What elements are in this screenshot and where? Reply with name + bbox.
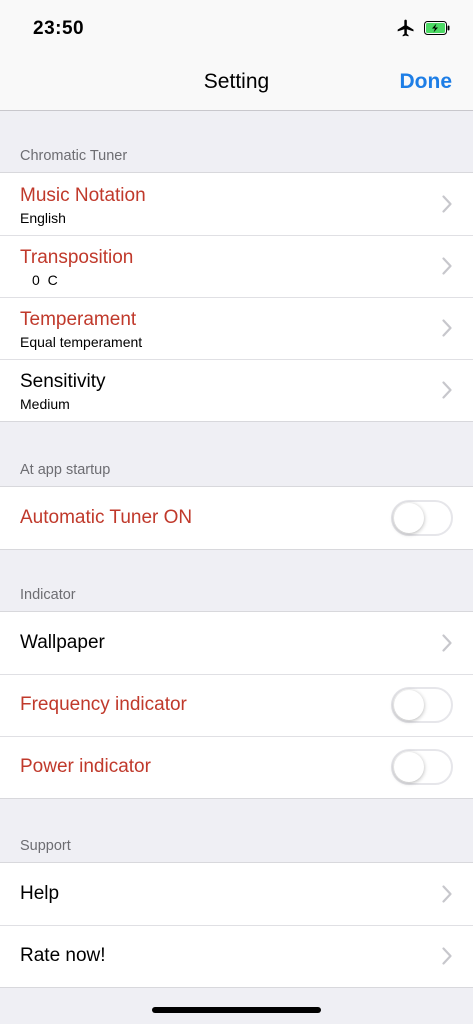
power-indicator-row: Power indicator [0, 736, 473, 798]
power-indicator-label: Power indicator [20, 756, 151, 777]
sensitivity-row[interactable]: Sensitivity Medium [0, 359, 473, 421]
battery-charging-icon [424, 21, 450, 35]
music-notation-label: Music Notation [20, 185, 146, 206]
support-group: Help Rate now! [0, 862, 473, 988]
automatic-tuner-toggle[interactable] [391, 500, 453, 536]
section-header-chromatic-tuner: Chromatic Tuner [20, 148, 128, 164]
toggle-knob [394, 690, 424, 720]
temperament-label: Temperament [20, 309, 137, 330]
automatic-tuner-label: Automatic Tuner ON [20, 507, 193, 528]
temperament-value: Equal temperament [20, 334, 143, 350]
help-row[interactable]: Help [0, 863, 473, 925]
wallpaper-label: Wallpaper [20, 632, 105, 653]
section-header-support: Support [20, 838, 71, 854]
airplane-icon [397, 19, 414, 37]
chevron-right-icon [442, 195, 452, 213]
music-notation-row[interactable]: Music Notation English [0, 173, 473, 235]
frequency-indicator-toggle[interactable] [391, 687, 453, 723]
sensitivity-value: Medium [20, 396, 70, 412]
chevron-right-icon [442, 885, 452, 903]
indicator-group: Wallpaper Frequency indicator Power indi… [0, 611, 473, 799]
frequency-indicator-row: Frequency indicator [0, 674, 473, 736]
home-indicator[interactable] [152, 1007, 321, 1013]
section-header-startup: At app startup [20, 462, 111, 478]
section-header-indicator: Indicator [20, 587, 76, 603]
wallpaper-row[interactable]: Wallpaper [0, 612, 473, 674]
transposition-label: Transposition [20, 247, 134, 268]
music-notation-value: English [20, 210, 66, 226]
temperament-row[interactable]: Temperament Equal temperament [0, 297, 473, 359]
rate-now-label: Rate now! [20, 945, 106, 966]
transposition-row[interactable]: Transposition 0 C [0, 235, 473, 297]
chevron-right-icon [442, 381, 452, 399]
chevron-right-icon [442, 319, 452, 337]
chevron-right-icon [442, 947, 452, 965]
chevron-right-icon [442, 257, 452, 275]
help-label: Help [20, 883, 60, 904]
nav-bar: Setting Done [0, 56, 473, 111]
chromatic-tuner-group: Music Notation English Transposition 0 C… [0, 172, 473, 422]
rate-now-row[interactable]: Rate now! [0, 925, 473, 987]
toggle-knob [394, 503, 424, 533]
transposition-value: 0 C [32, 272, 58, 288]
chevron-right-icon [442, 634, 452, 652]
status-bar: 23:50 [0, 0, 473, 56]
status-time: 23:50 [33, 18, 85, 39]
toggle-knob [394, 752, 424, 782]
power-indicator-toggle[interactable] [391, 749, 453, 785]
sensitivity-label: Sensitivity [20, 371, 106, 392]
automatic-tuner-row: Automatic Tuner ON [0, 487, 473, 549]
done-button[interactable]: Done [400, 70, 453, 94]
startup-group: Automatic Tuner ON [0, 486, 473, 550]
frequency-indicator-label: Frequency indicator [20, 694, 187, 715]
